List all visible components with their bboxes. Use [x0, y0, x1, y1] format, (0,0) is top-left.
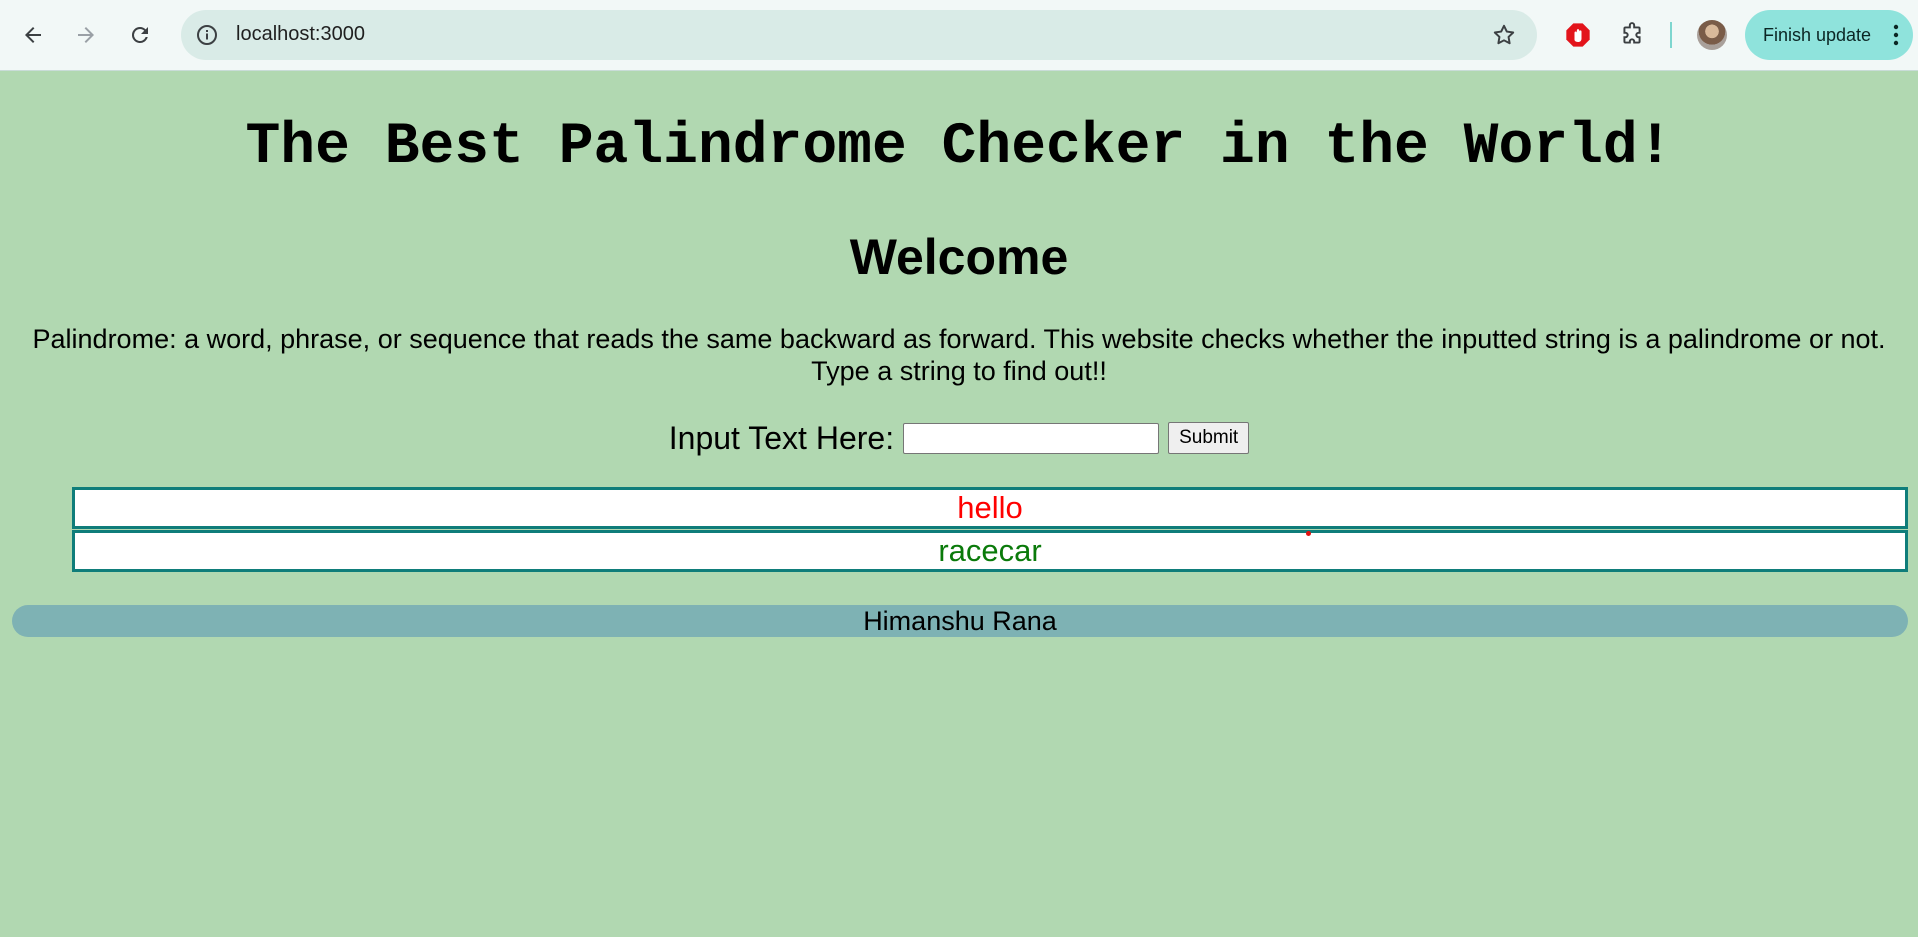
address-bar[interactable]: localhost:3000 [181, 10, 1537, 60]
palindrome-input[interactable] [903, 422, 1160, 454]
url-text[interactable]: localhost:3000 [236, 23, 365, 46]
puzzle-extension-icon [1623, 22, 1641, 44]
finish-update-label: Finish update [1763, 24, 1872, 45]
reload-button[interactable] [120, 15, 160, 55]
page-title: The Best Palindrome Checker in the World… [245, 115, 1673, 180]
adblock-extension-button[interactable] [1562, 19, 1594, 51]
palindrome-form: Input Text Here: Submit [0, 418, 1918, 458]
stray-red-dot [1306, 531, 1311, 536]
extensions-button[interactable] [1616, 19, 1648, 51]
browser-toolbar: localhost:3000 Finish update [0, 0, 1918, 71]
input-label: Input Text Here: [668, 419, 895, 456]
result-row-racecar: racecar [72, 530, 1908, 572]
welcome-heading: Welcome [849, 229, 1069, 285]
footer-author: Himanshu Rana [12, 605, 1908, 637]
palindrome-description: Palindrome: a word, phrase, or sequence … [32, 324, 1886, 386]
forward-arrow-icon [78, 27, 94, 43]
adblock-extension-icon [1566, 23, 1590, 47]
back-button[interactable] [13, 15, 53, 55]
back-arrow-icon [25, 27, 41, 43]
result-text: racecar [938, 533, 1042, 568]
profile-avatar[interactable] [1697, 20, 1727, 50]
finish-update-button[interactable]: Finish update [1745, 10, 1913, 60]
kebab-menu-icon[interactable] [1893, 24, 1899, 46]
result-text: hello [957, 490, 1023, 525]
toolbar-divider [1670, 22, 1672, 48]
info-icon[interactable] [195, 23, 219, 47]
forward-button[interactable] [66, 15, 106, 55]
reload-icon [131, 26, 148, 43]
result-row-hello: hello [72, 487, 1908, 529]
star-icon[interactable] [1491, 22, 1517, 48]
submit-button[interactable]: Submit [1168, 422, 1250, 454]
